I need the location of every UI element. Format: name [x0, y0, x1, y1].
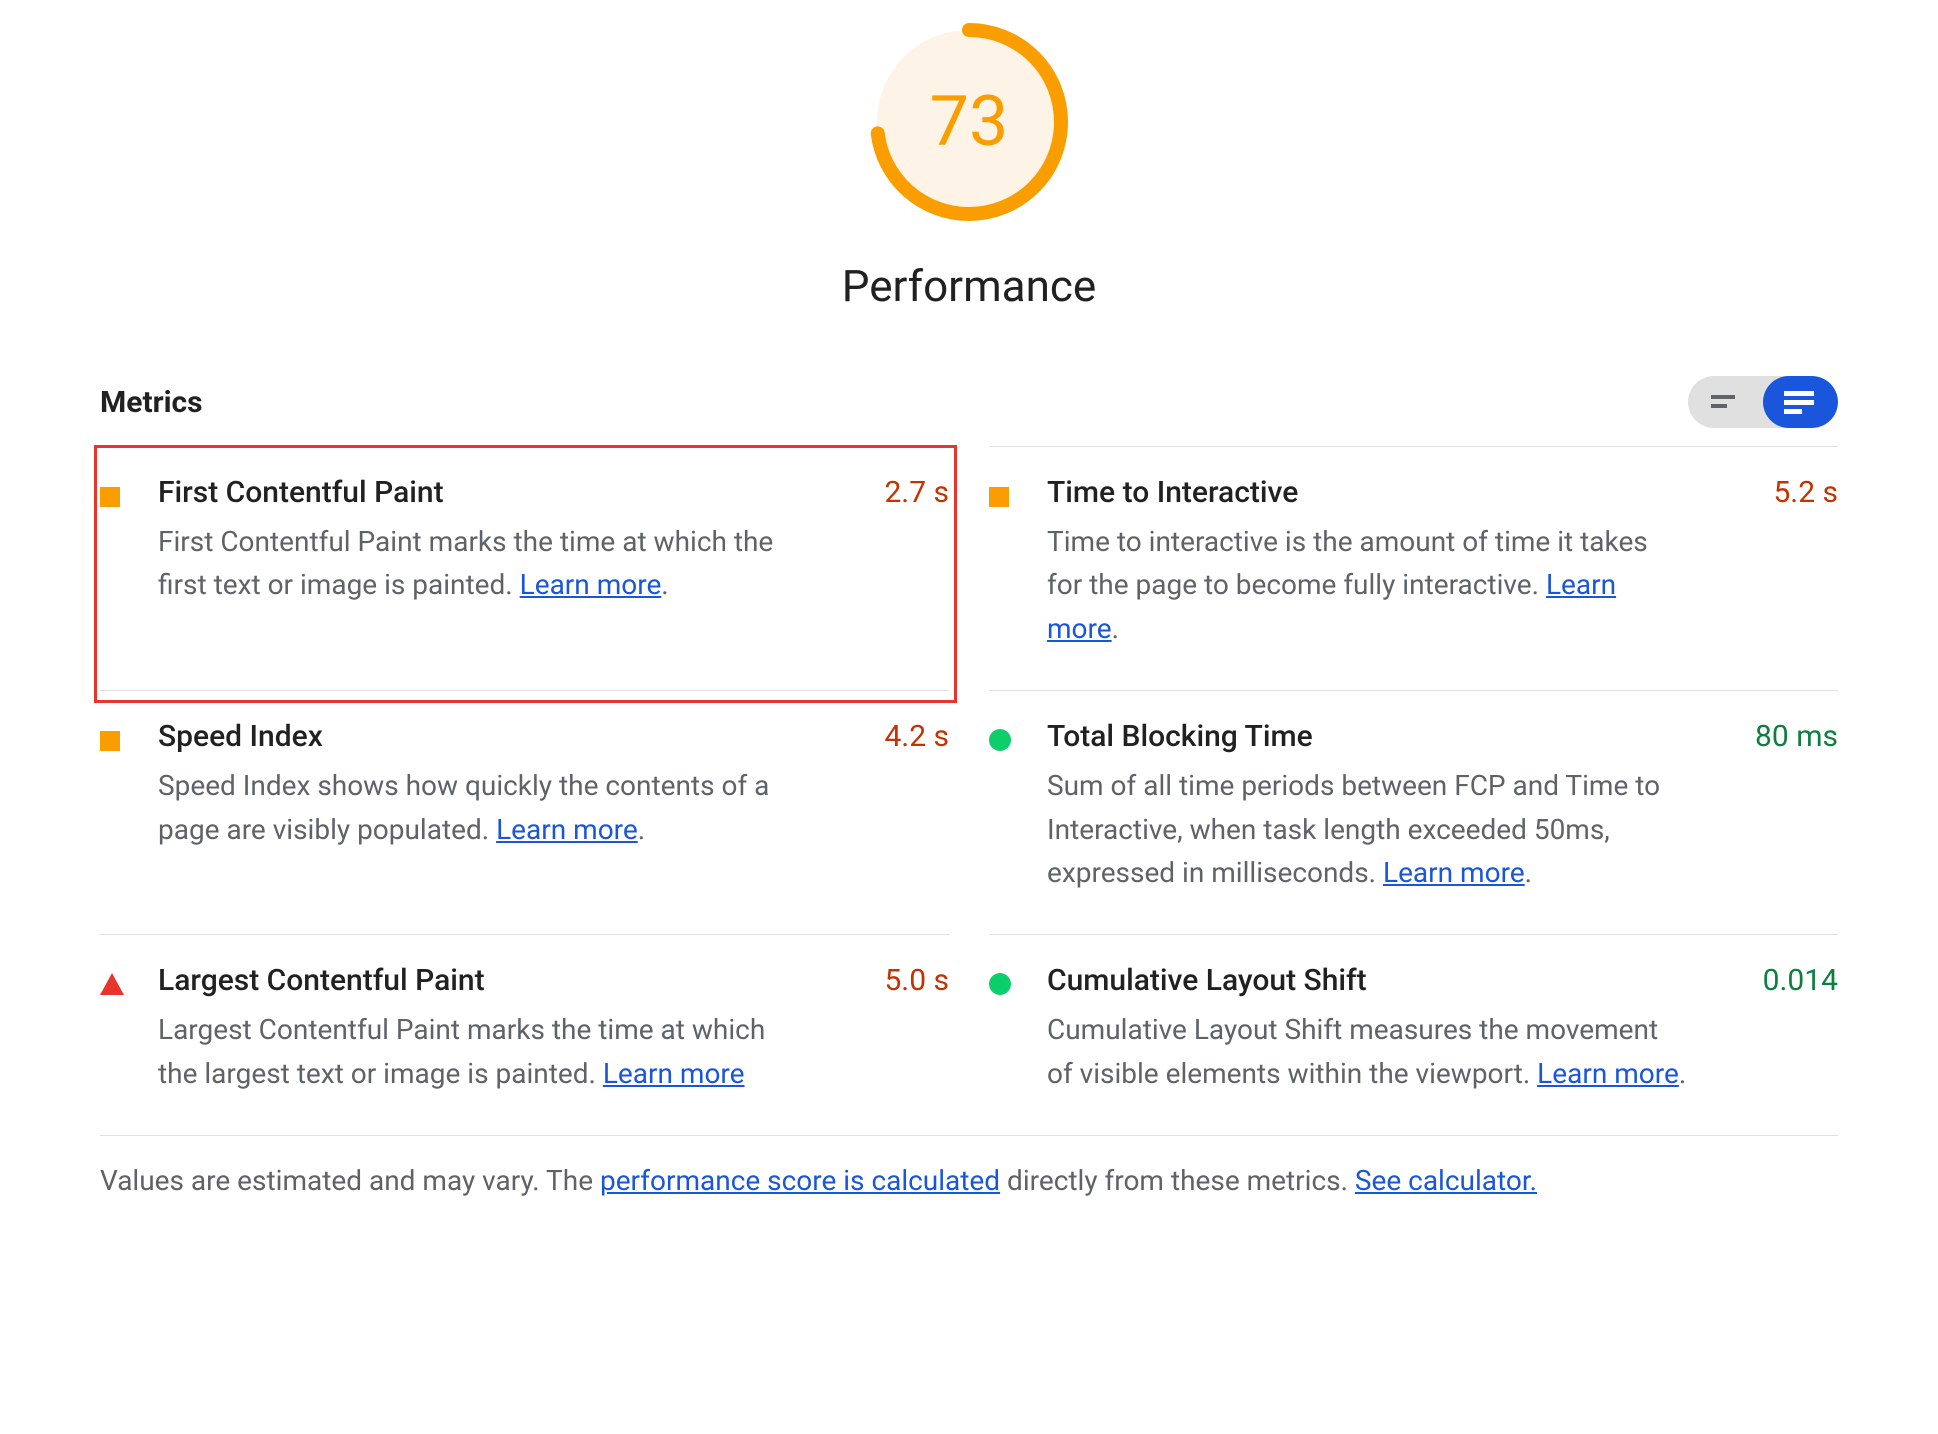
learn-more-link[interactable]: Learn more — [603, 1057, 745, 1090]
metrics-grid: First Contentful Paint First Contentful P… — [100, 446, 1838, 1135]
view-expanded-button[interactable] — [1763, 376, 1838, 428]
learn-more-link[interactable]: Learn more — [520, 568, 662, 601]
score-gauge-section: 73 Performance — [100, 22, 1838, 312]
metric-description: Largest Contentful Paint marks the time … — [158, 1008, 799, 1095]
metric-card: Total Blocking Time Sum of all time perio… — [989, 690, 1838, 934]
metric-value: 5.0 s — [884, 963, 949, 998]
metric-description: Cumulative Layout Shift measures the mov… — [1047, 1008, 1688, 1095]
score-value: 73 — [869, 22, 1069, 222]
metric-description-text: Sum of all time periods between FCP and … — [1047, 769, 1660, 889]
metric-card: First Contentful Paint First Contentful P… — [100, 446, 949, 690]
metric-title: Cumulative Layout Shift — [1047, 963, 1688, 998]
metric-value: 5.2 s — [1773, 475, 1838, 510]
warning-square-icon — [989, 487, 1009, 507]
metric-title: Largest Contentful Paint — [158, 963, 799, 998]
expanded-view-icon — [1784, 390, 1818, 414]
metrics-header: Metrics — [100, 376, 1838, 428]
metric-description: First Contentful Paint marks the time at… — [158, 520, 799, 607]
score-label: Performance — [842, 260, 1097, 312]
metric-title: First Contentful Paint — [158, 475, 799, 510]
metric-value: 0.014 — [1763, 963, 1838, 998]
metric-title: Speed Index — [158, 719, 799, 754]
metric-description: Sum of all time periods between FCP and … — [1047, 764, 1688, 894]
view-toggle — [1688, 376, 1838, 428]
footer-note: Values are estimated and may vary. The p… — [100, 1135, 1838, 1197]
metric-value: 80 ms — [1755, 719, 1838, 754]
success-circle-icon — [989, 973, 1011, 995]
metric-value: 2.7 s — [884, 475, 949, 510]
metric-card: Largest Contentful Paint Largest Contentf… — [100, 934, 949, 1135]
metric-card: Speed Index Speed Index shows how quickly… — [100, 690, 949, 934]
learn-more-link[interactable]: Learn more — [1537, 1057, 1679, 1090]
compact-view-icon — [1711, 392, 1741, 412]
metrics-heading: Metrics — [100, 385, 203, 420]
metric-description-text: First Contentful Paint marks the time at… — [158, 525, 773, 601]
error-triangle-icon — [100, 973, 124, 995]
footer-text-mid: directly from these metrics. — [1000, 1164, 1355, 1197]
success-circle-icon — [989, 729, 1011, 751]
learn-more-link[interactable]: Learn more — [1383, 856, 1525, 889]
warning-square-icon — [100, 487, 120, 507]
metric-title: Time to Interactive — [1047, 475, 1688, 510]
warning-square-icon — [100, 731, 120, 751]
footer-link-see-calculator[interactable]: See calculator. — [1355, 1164, 1537, 1197]
lighthouse-performance-panel: 73 Performance Metrics First Contentful … — [0, 0, 1938, 1197]
score-gauge: 73 — [869, 22, 1069, 222]
metric-card: Cumulative Layout Shift Cumulative Layout… — [989, 934, 1838, 1135]
metric-title: Total Blocking Time — [1047, 719, 1688, 754]
metric-card: Time to Interactive Time to interactive i… — [989, 446, 1838, 690]
learn-more-link[interactable]: Learn more — [496, 813, 638, 846]
metric-description: Time to interactive is the amount of tim… — [1047, 520, 1688, 650]
footer-link-score-calc[interactable]: performance score is calculated — [600, 1164, 1000, 1197]
footer-text-pre: Values are estimated and may vary. The — [100, 1164, 600, 1197]
metric-description-text: Speed Index shows how quickly the conten… — [158, 769, 769, 845]
metric-value: 4.2 s — [884, 719, 949, 754]
metric-description: Speed Index shows how quickly the conten… — [158, 764, 799, 851]
view-compact-button[interactable] — [1688, 376, 1763, 428]
